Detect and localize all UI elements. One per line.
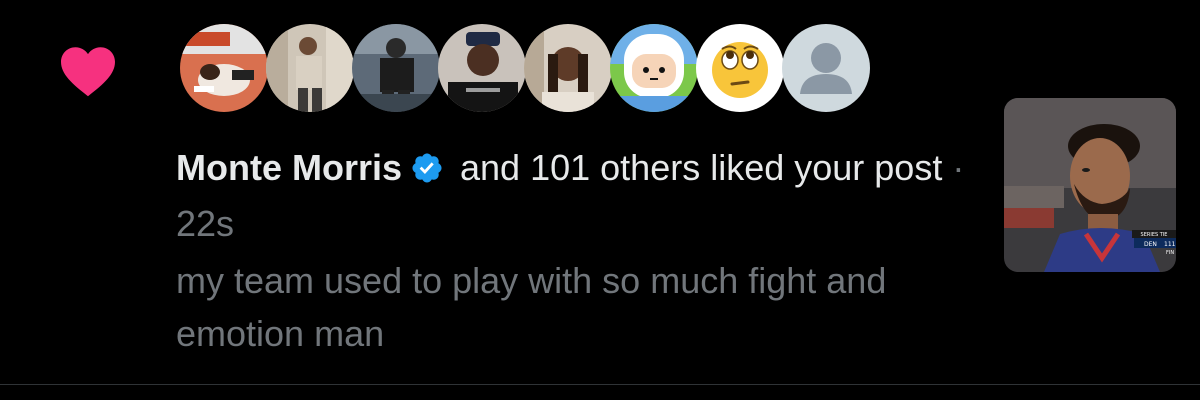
avatar-photo-2[interactable]: [266, 24, 354, 112]
liked-post-text[interactable]: my team used to play with so much fight …: [176, 254, 966, 360]
avatar-photo-1[interactable]: [180, 24, 268, 112]
avatar-photo-3[interactable]: [352, 24, 440, 112]
scorebug-label: SERIES TIE: [1141, 232, 1168, 238]
avatar-photo-5[interactable]: [524, 24, 612, 112]
avatar-photo-4[interactable]: [438, 24, 526, 112]
notification-divider: [0, 384, 1200, 385]
scorebug-extra: FIN: [1166, 250, 1174, 256]
like-notification[interactable]: Monte Morris and 101 others liked your p…: [0, 0, 1200, 384]
actor-name-link[interactable]: Monte Morris: [176, 147, 402, 188]
action-text: and 101 others liked your post: [450, 147, 943, 188]
avatar-emoji[interactable]: [696, 24, 784, 112]
timestamp: 22s: [176, 203, 235, 244]
heart-icon: [58, 44, 118, 98]
default-profile-avatar-icon[interactable]: [782, 24, 870, 112]
scorebug-score: 111: [1164, 241, 1176, 248]
notification-headline: Monte Morris and 101 others liked your p…: [176, 140, 966, 252]
post-media-thumbnail[interactable]: SERIES TIE DEN 111 FIN: [1004, 98, 1176, 272]
notification-content: Monte Morris and 101 others liked your p…: [176, 140, 966, 360]
scorebug-team: DEN: [1144, 241, 1157, 248]
separator-dot: ·: [942, 147, 965, 188]
avatar-cartoon[interactable]: [610, 24, 698, 112]
verified-badge-icon: [410, 145, 444, 183]
